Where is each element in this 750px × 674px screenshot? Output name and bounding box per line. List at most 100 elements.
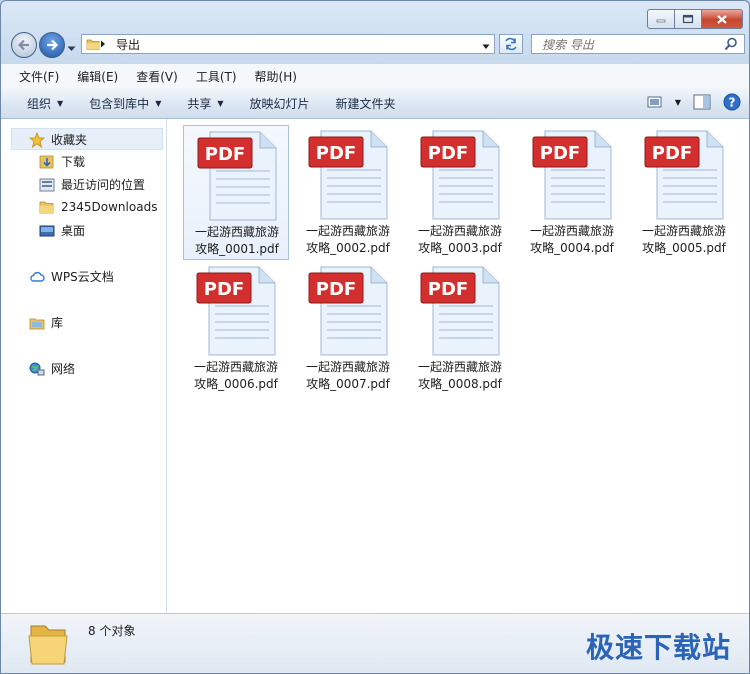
nav-2345downloads-label: 2345Downloads bbox=[61, 200, 158, 214]
nav-wps-cloud-label: WPS云文档 bbox=[51, 270, 114, 284]
file-item[interactable]: PDF 一起游西藏旅游 攻略_0008.pdf bbox=[407, 261, 513, 396]
pdf-file-icon: PDF bbox=[197, 131, 277, 221]
file-name: 一起游西藏旅游 攻略_0007.pdf bbox=[305, 360, 390, 391]
menu-help[interactable]: 帮助(H) bbox=[246, 68, 306, 85]
include-in-library-button[interactable]: 包含到库中 ▼ bbox=[76, 95, 174, 112]
close-icon bbox=[717, 14, 727, 24]
file-name: 一起游西藏旅游 攻略_0003.pdf bbox=[417, 224, 502, 255]
window-controls bbox=[647, 9, 743, 29]
slideshow-button[interactable]: 放映幻灯片 bbox=[237, 95, 323, 112]
details-pane: 8 个对象 极速下载站 bbox=[1, 613, 749, 673]
menu-tools[interactable]: 工具(T) bbox=[187, 68, 246, 85]
recent-pages-dropdown[interactable] bbox=[67, 41, 76, 55]
breadcrumb-separator-icon[interactable] bbox=[100, 40, 106, 48]
chevron-down-icon bbox=[482, 44, 490, 49]
address-history-dropdown[interactable] bbox=[482, 39, 490, 53]
search-box[interactable] bbox=[531, 34, 745, 54]
nav-wps-cloud[interactable]: WPS云文档 bbox=[29, 268, 114, 285]
maximize-button[interactable] bbox=[675, 9, 702, 29]
star-icon bbox=[29, 131, 45, 148]
breadcrumb-current[interactable]: 导出 bbox=[116, 36, 140, 53]
pdf-badge-text: PDF bbox=[205, 144, 245, 165]
menu-bar: 文件(F) 编辑(E) 查看(V) 工具(T) 帮助(H) bbox=[1, 63, 749, 89]
library-icon bbox=[29, 315, 45, 331]
include-in-library-label: 包含到库中 bbox=[89, 96, 150, 111]
pdf-badge-text: PDF bbox=[316, 279, 356, 300]
pdf-badge-text: PDF bbox=[428, 143, 468, 164]
nav-desktop[interactable]: 桌面 bbox=[39, 222, 85, 239]
back-button[interactable] bbox=[11, 32, 37, 58]
watermark-logo: 极速下载站 bbox=[585, 631, 731, 664]
nav-favorites[interactable]: 收藏夹 bbox=[29, 131, 87, 148]
refresh-icon bbox=[505, 37, 517, 51]
breadcrumb: 导出 bbox=[100, 36, 140, 53]
nav-libraries[interactable]: 库 bbox=[29, 314, 63, 331]
file-name: 一起游西藏旅游 攻略_0004.pdf bbox=[529, 224, 614, 255]
preview-pane-button[interactable] bbox=[693, 94, 711, 110]
file-item[interactable]: PDF 一起游西藏旅游 攻略_0007.pdf bbox=[295, 261, 401, 396]
chevron-down-icon: ▼ bbox=[217, 98, 224, 108]
file-name: 一起游西藏旅游 攻略_0002.pdf bbox=[305, 224, 390, 255]
pdf-badge-text: PDF bbox=[540, 143, 580, 164]
address-bar[interactable]: 导出 bbox=[81, 34, 495, 54]
preview-pane-icon bbox=[693, 94, 711, 110]
close-button[interactable] bbox=[702, 9, 743, 29]
navigation-pane: 收藏夹 下载 最近访问的位置 2345Downloads 桌面 WPS云文档 库… bbox=[1, 119, 167, 613]
chevron-down-icon: ▼ bbox=[57, 98, 64, 108]
nav-desktop-label: 桌面 bbox=[61, 224, 86, 238]
new-folder-button[interactable]: 新建文件夹 bbox=[323, 95, 409, 112]
explorer-window: 导出 文件(F) 编辑(E) 查看(V) 工具(T) 帮助(H) bbox=[0, 0, 750, 674]
back-arrow-icon bbox=[17, 39, 29, 51]
menu-view[interactable]: 查看(V) bbox=[127, 68, 187, 85]
nav-downloads[interactable]: 下载 bbox=[39, 153, 85, 170]
nav-2345downloads[interactable]: 2345Downloads bbox=[39, 199, 157, 215]
file-name: 一起游西藏旅游 攻略_0001.pdf bbox=[194, 225, 279, 256]
pdf-badge-text: PDF bbox=[316, 143, 356, 164]
chevron-down-icon[interactable]: ▼ bbox=[675, 98, 681, 107]
desktop-icon bbox=[39, 223, 55, 239]
new-folder-label: 新建文件夹 bbox=[335, 96, 396, 111]
pdf-file-icon: PDF bbox=[308, 130, 388, 220]
pdf-file-icon: PDF bbox=[420, 130, 500, 220]
organize-label: 组织 bbox=[27, 96, 52, 111]
nav-libraries-label: 库 bbox=[51, 316, 64, 330]
pdf-badge-text: PDF bbox=[204, 279, 244, 300]
search-icon[interactable] bbox=[724, 37, 738, 54]
file-item[interactable]: PDF 一起游西藏旅游 攻略_0006.pdf bbox=[183, 261, 289, 396]
downloads-folder-icon bbox=[39, 154, 55, 170]
folder-icon bbox=[39, 199, 55, 215]
file-item[interactable]: PDF 一起游西藏旅游 攻略_0001.pdf bbox=[183, 125, 289, 260]
organize-button[interactable]: 组织 ▼ bbox=[1, 95, 76, 112]
pdf-file-icon: PDF bbox=[420, 266, 500, 356]
file-name: 一起游西藏旅游 攻略_0005.pdf bbox=[641, 224, 726, 255]
pdf-badge-text: PDF bbox=[428, 279, 468, 300]
pdf-file-icon: PDF bbox=[532, 130, 612, 220]
file-item[interactable]: PDF 一起游西藏旅游 攻略_0004.pdf bbox=[519, 125, 625, 260]
refresh-button[interactable] bbox=[499, 34, 523, 54]
nav-network[interactable]: 网络 bbox=[29, 360, 75, 377]
menu-edit[interactable]: 编辑(E) bbox=[68, 68, 127, 85]
chevron-down-icon bbox=[67, 46, 76, 51]
file-item[interactable]: PDF 一起游西藏旅游 攻略_0002.pdf bbox=[295, 125, 401, 260]
nav-downloads-label: 下载 bbox=[61, 155, 86, 169]
folder-icon bbox=[27, 620, 71, 671]
share-button[interactable]: 共享 ▼ bbox=[174, 95, 236, 112]
item-count: 8 个对象 bbox=[88, 624, 136, 638]
chevron-down-icon: ▼ bbox=[155, 98, 162, 108]
share-label: 共享 bbox=[187, 96, 212, 111]
menu-file[interactable]: 文件(F) bbox=[10, 68, 68, 85]
help-button[interactable]: ? bbox=[723, 93, 741, 111]
nav-recent-places[interactable]: 最近访问的位置 bbox=[39, 176, 145, 193]
file-item[interactable]: PDF 一起游西藏旅游 攻略_0005.pdf bbox=[631, 125, 737, 260]
file-item[interactable]: PDF 一起游西藏旅游 攻略_0003.pdf bbox=[407, 125, 513, 260]
file-name: 一起游西藏旅游 攻略_0006.pdf bbox=[193, 360, 278, 391]
network-icon bbox=[29, 361, 45, 377]
svg-text:?: ? bbox=[729, 96, 736, 110]
forward-button[interactable] bbox=[39, 32, 65, 58]
search-input[interactable] bbox=[540, 36, 724, 54]
file-list: PDF 一起游西藏旅游 攻略_0001.pdf PDF 一起游西藏旅游 攻略_0002… bbox=[167, 119, 749, 613]
change-view-button[interactable]: ▼ bbox=[647, 95, 681, 109]
command-bar: 组织 ▼ 包含到库中 ▼ 共享 ▼ 放映幻灯片 新建文件夹 ▼ ? bbox=[1, 88, 749, 119]
folder-icon bbox=[86, 39, 100, 50]
minimize-button[interactable] bbox=[647, 9, 675, 29]
